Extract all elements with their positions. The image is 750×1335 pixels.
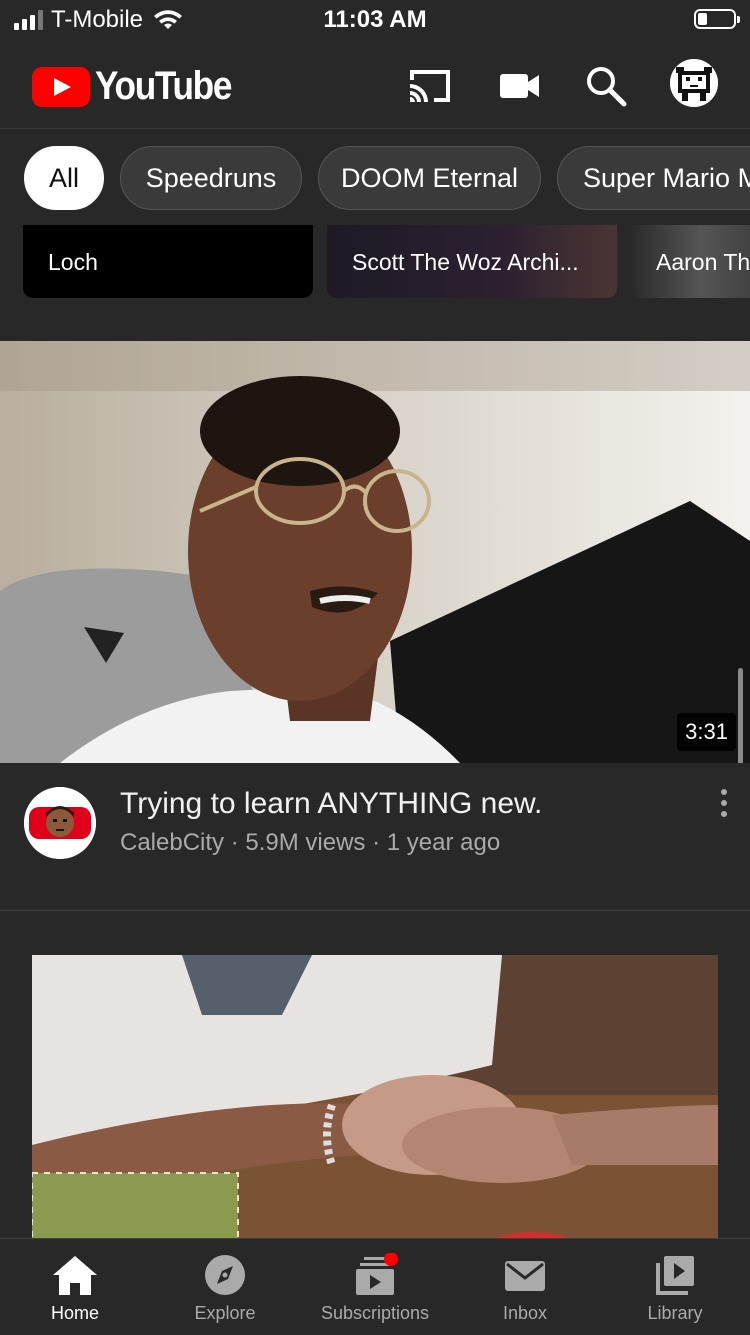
upload-age: 1 year ago <box>386 829 501 856</box>
nav-explore[interactable]: Explore <box>150 1239 300 1335</box>
nav-home[interactable]: Home <box>0 1239 150 1335</box>
filter-chips-bar: All Speedruns DOOM Eternal Super Mario M <box>0 129 750 225</box>
video-thumbnail[interactable] <box>32 955 718 1239</box>
chip-super-mario[interactable]: Super Mario M <box>557 146 750 210</box>
nav-label: Explore <box>194 1303 256 1323</box>
channel-avatar-image <box>24 787 96 859</box>
nav-label: Inbox <box>502 1303 548 1323</box>
pixel-dog-icon <box>670 59 718 107</box>
clock: 11:03 AM <box>323 6 427 33</box>
thumbnail-image <box>0 341 750 763</box>
nav-label: Subscriptions <box>320 1303 430 1323</box>
channel-name[interactable]: CalebCity <box>120 829 224 856</box>
chip-speedruns[interactable]: Speedruns <box>120 146 302 210</box>
chip-all[interactable]: All <box>24 146 104 210</box>
shelf-card[interactable]: Scott The Woz Archi... <box>327 225 617 298</box>
home-icon <box>53 1256 97 1295</box>
shelf-card-label: Loch <box>48 249 98 275</box>
app-header: YouTube <box>0 40 750 129</box>
logo-text: YouTube <box>95 64 232 108</box>
nav-label: Library <box>647 1303 703 1323</box>
nav-inbox[interactable]: Inbox <box>450 1239 600 1335</box>
thumbnail-image <box>32 955 718 1239</box>
status-bar: T-Mobile 11:03 AM <box>0 0 750 40</box>
account-avatar[interactable] <box>670 59 718 107</box>
nav-subscriptions[interactable]: Subscriptions <box>300 1239 450 1335</box>
subscriptions-icon <box>356 1253 398 1295</box>
video-subtitle: CalebCity · 5.9M views · 1 year ago <box>120 829 500 857</box>
mail-icon <box>505 1261 545 1291</box>
duration-badge: 3:31 <box>677 713 736 751</box>
chip-doom-eternal[interactable]: DOOM Eternal <box>318 146 541 210</box>
shelf-card-label: Aaron Th <box>656 249 750 275</box>
nav-label: Home <box>50 1303 99 1323</box>
separator: · <box>224 829 246 856</box>
nav-library[interactable]: Library <box>600 1239 750 1335</box>
divider <box>0 910 750 911</box>
video-thumbnail[interactable]: 3:31 <box>0 341 750 763</box>
cast-icon[interactable] <box>406 62 454 110</box>
video-meta[interactable]: Trying to learn ANYTHING new. CalebCity … <box>0 763 750 910</box>
youtube-logo[interactable]: YouTube <box>32 64 250 109</box>
video-camera-icon[interactable] <box>496 62 544 110</box>
shelf-card-label: Scott The Woz Archi... <box>352 249 579 275</box>
compass-icon <box>205 1255 245 1295</box>
bottom-navigation: Home Explore Subscriptions Inbox Library <box>0 1238 750 1335</box>
library-icon <box>656 1256 694 1295</box>
shelf-card[interactable]: Aaron Th <box>631 225 750 298</box>
youtube-play-icon <box>32 66 90 107</box>
channel-avatar[interactable] <box>24 787 96 859</box>
video-title[interactable]: Trying to learn ANYTHING new. <box>120 787 542 821</box>
shelf-row: Loch Scott The Woz Archi... Aaron Th <box>0 225 750 341</box>
view-count: 5.9M views <box>245 829 366 856</box>
battery-icon <box>694 9 740 29</box>
search-icon[interactable] <box>582 62 630 110</box>
shelf-card[interactable]: Loch <box>23 225 313 298</box>
separator: · <box>365 829 387 856</box>
more-options-icon[interactable] <box>712 789 736 823</box>
